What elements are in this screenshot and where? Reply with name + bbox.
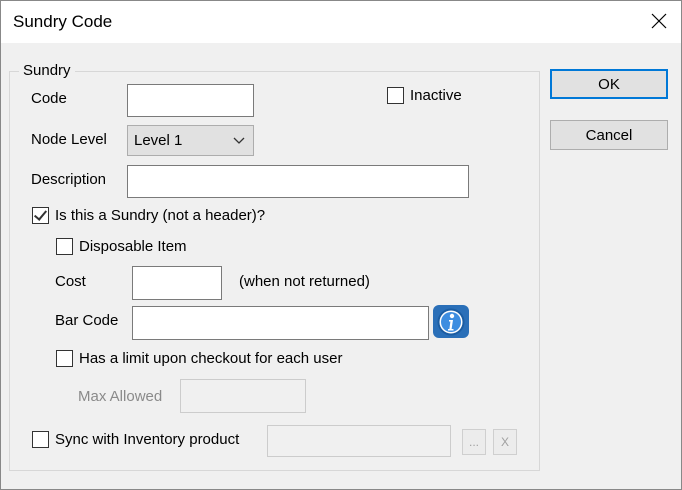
- has-limit-label: Has a limit upon checkout for each user: [79, 350, 343, 367]
- bar-code-input[interactable]: [132, 306, 429, 340]
- info-icon: [437, 308, 465, 335]
- bar-code-label: Bar Code: [55, 312, 119, 329]
- disposable-label: Disposable Item: [79, 238, 187, 255]
- disposable-checkbox[interactable]: [56, 238, 73, 255]
- code-input[interactable]: [127, 84, 254, 117]
- node-level-value: Level 1: [134, 132, 183, 149]
- node-level-label: Node Level: [31, 131, 107, 148]
- close-button[interactable]: [637, 1, 681, 41]
- clear-button[interactable]: X: [493, 429, 517, 455]
- chevron-down-icon: [233, 137, 245, 144]
- cost-hint: (when not returned): [239, 273, 370, 290]
- has-limit-checkbox[interactable]: [56, 350, 73, 367]
- groupbox-legend: Sundry: [19, 62, 75, 79]
- is-sundry-checkbox[interactable]: [32, 207, 49, 224]
- sync-inventory-checkbox[interactable]: [32, 431, 49, 448]
- max-allowed-label: Max Allowed: [78, 388, 163, 405]
- node-level-select[interactable]: Level 1: [127, 125, 254, 156]
- sync-inventory-label: Sync with Inventory product: [55, 431, 240, 448]
- window-title: Sundry Code: [13, 12, 113, 31]
- bar-code-info-button[interactable]: [433, 305, 469, 338]
- cancel-button[interactable]: Cancel: [550, 120, 668, 150]
- inactive-checkbox[interactable]: [387, 87, 404, 104]
- cost-input[interactable]: [132, 266, 222, 300]
- max-allowed-input[interactable]: [180, 379, 306, 413]
- description-input[interactable]: [127, 165, 469, 198]
- sync-inventory-input[interactable]: [267, 425, 451, 457]
- browse-button[interactable]: ...: [462, 429, 486, 455]
- is-sundry-label: Is this a Sundry (not a header)?: [55, 207, 266, 224]
- code-label: Code: [31, 90, 67, 107]
- cost-label: Cost: [55, 273, 86, 290]
- title-bar: Sundry Code: [1, 1, 681, 43]
- inactive-label: Inactive: [410, 87, 462, 104]
- ok-button[interactable]: OK: [550, 69, 668, 99]
- dialog-window: Sundry Code Sundry Code Inactive Node Le…: [0, 0, 682, 490]
- close-icon: [651, 13, 667, 29]
- description-label: Description: [31, 171, 107, 188]
